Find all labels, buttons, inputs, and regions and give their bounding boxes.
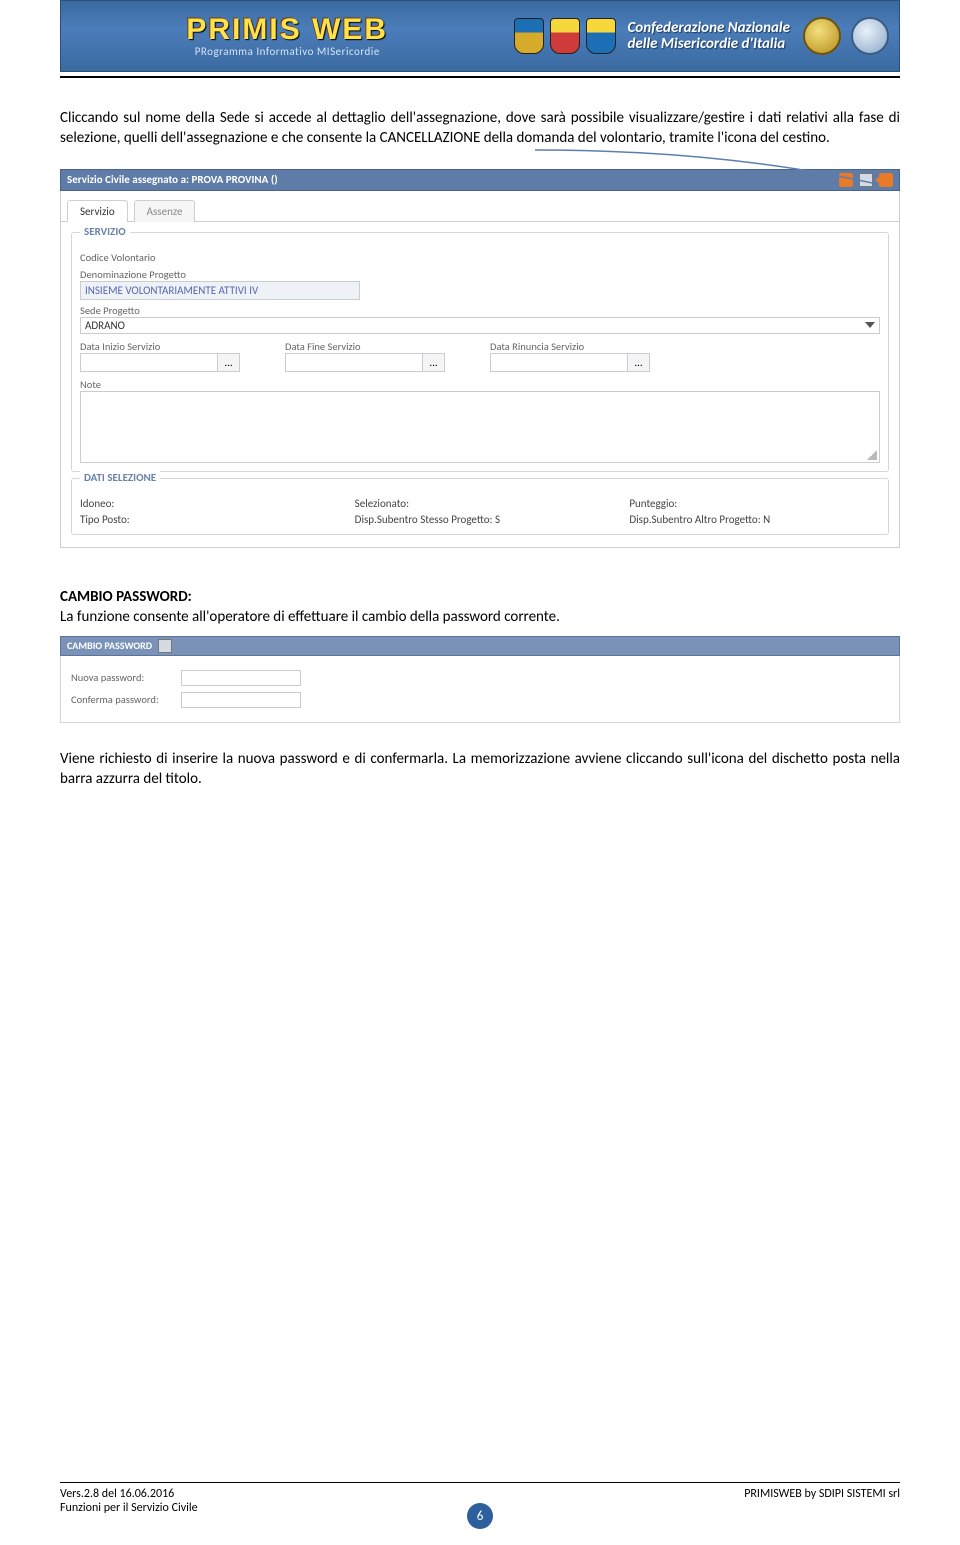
input-data-inizio[interactable]: ... [80, 353, 240, 372]
date-picker-icon[interactable]: ... [217, 354, 239, 371]
footer-version: Vers.2.8 del 16.06.2016 [60, 1487, 396, 1501]
chevron-down-icon [865, 322, 875, 328]
input-data-fine[interactable]: ... [285, 353, 445, 372]
field-disp-subentro-stesso: Disp.Subentro Stesso Progetto: S [355, 513, 606, 526]
select-sede-value: ADRANO [85, 319, 125, 332]
select-sede-progetto[interactable]: ADRANO [80, 317, 880, 334]
seal-icon [851, 17, 889, 55]
save-icon[interactable] [158, 639, 172, 653]
shield-icon [514, 18, 544, 54]
shield-icon [586, 18, 616, 54]
label-denominazione-progetto: Denominazione Progetto [80, 268, 880, 281]
label-sede-progetto: Sede Progetto [80, 304, 880, 317]
label-data-fine: Data Fine Servizio [285, 340, 470, 353]
field-selezionato: Selezionato: [355, 497, 606, 510]
banner-title: PRIMIS WEB [186, 15, 388, 45]
footer-subtitle: Funzioni per il Servizio Civile [60, 1501, 396, 1515]
shield-icon [550, 18, 580, 54]
date-picker-icon[interactable]: ... [422, 354, 444, 371]
label-note: Note [80, 378, 880, 391]
paragraph-cambio-desc: La funzione consente all'operatore di ef… [60, 608, 900, 626]
header-banner: PRIMIS WEB PRogramma Informativo MISeric… [60, 0, 900, 72]
field-disp-subentro-altro: Disp.Subentro Altro Progetto: N [629, 513, 880, 526]
paragraph-cambio-after: Viene richiesto di inserire la nuova pas… [60, 749, 900, 790]
banner-shields [514, 1, 616, 71]
form-screenshot: Servizio Civile assegnato a: PROVA PROVI… [60, 169, 900, 548]
label-conferma-password: Conferma password: [71, 693, 181, 706]
legend-dati-selezione: DATI SELEZIONE [80, 471, 160, 484]
heading-cambio-password: CAMBIO PASSWORD: [60, 588, 900, 606]
legend-servizio: SERVIZIO [80, 225, 130, 238]
input-nuova-password[interactable] [181, 670, 301, 686]
date-picker-icon[interactable]: ... [627, 354, 649, 371]
label-data-rinuncia: Data Rinuncia Servizio [490, 340, 675, 353]
label-codice-volontario: Codice Volontario [80, 251, 880, 264]
footer-right: PRIMISWEB by SDIPI SISTEMI srl [396, 1487, 900, 1501]
form-title: Servizio Civile assegnato a: PROVA PROVI… [67, 173, 278, 186]
banner-org-line1: Confederazione Nazionale [628, 20, 803, 37]
paragraph-intro: Cliccando sul nome della Sede si accede … [60, 108, 900, 149]
label-nuova-password: Nuova password: [71, 671, 181, 684]
field-denominazione-progetto: INSIEME VOLONTARIAMENTE ATTIVI IV [80, 281, 360, 300]
input-data-rinuncia[interactable]: ... [490, 353, 650, 372]
seal-icon [803, 17, 841, 55]
back-icon[interactable] [879, 173, 893, 187]
password-screenshot: CAMBIO PASSWORD Nuova password: Conferma… [60, 636, 900, 723]
banner-org-icons [803, 17, 899, 55]
banner-org-line2: delle Misericordie d'Italia [628, 36, 803, 53]
label-data-inizio: Data Inizio Servizio [80, 340, 265, 353]
field-punteggio: Punteggio: [629, 497, 880, 510]
page-number-badge: 6 [467, 1503, 493, 1529]
trash-icon[interactable] [839, 173, 853, 187]
banner-subtitle: PRogramma Informativo MISericordie [195, 45, 380, 58]
tab-assenze[interactable]: Assenze [134, 200, 196, 222]
save-icon[interactable] [859, 173, 873, 187]
header-rule [60, 76, 900, 78]
field-idoneo: Idoneo: [80, 497, 331, 510]
field-tipo-posto: Tipo Posto: [80, 513, 331, 526]
tab-servizio[interactable]: Servizio [67, 200, 128, 222]
password-title: CAMBIO PASSWORD [67, 639, 152, 652]
textarea-note[interactable] [80, 391, 880, 463]
input-conferma-password[interactable] [181, 692, 301, 708]
